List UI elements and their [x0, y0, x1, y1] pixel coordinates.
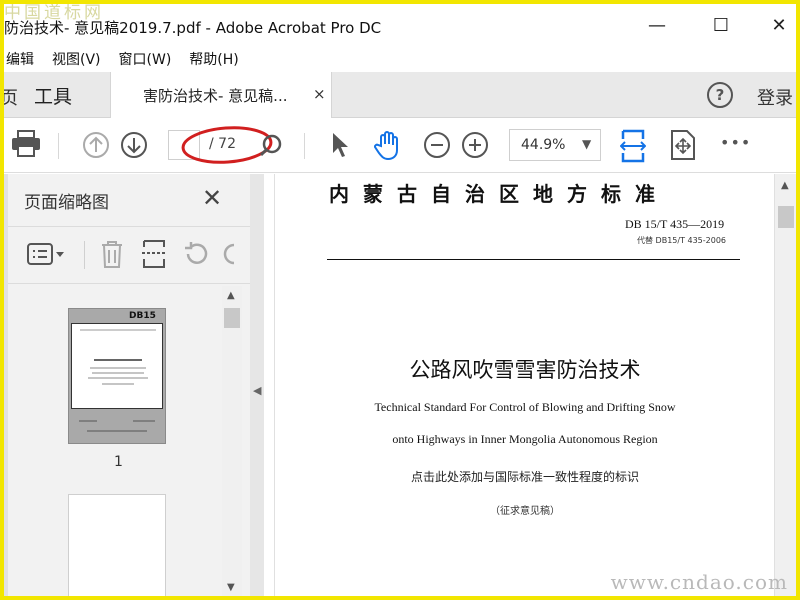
rotate-icon[interactable] — [182, 241, 210, 267]
thumbnails-panel: 页面缩略图 ✕ DB15 1 ▲ ▼ — [0, 174, 250, 600]
scroll-down-icon[interactable]: ▼ — [227, 582, 235, 593]
standard-code: DB 15/T 435—2019 — [625, 217, 725, 231]
panel-scroll-thumb[interactable] — [224, 308, 240, 328]
fit-page-icon[interactable] — [670, 129, 696, 161]
panel-scrollbar[interactable]: ▲ ▼ — [222, 286, 242, 600]
watermark-top: 中国道标网 — [4, 3, 104, 23]
scroll-up-icon[interactable]: ▲ — [781, 180, 789, 191]
menu-help[interactable]: 帮助(H) — [189, 49, 238, 69]
panel-splitter[interactable]: ◀ — [250, 174, 264, 600]
panel-toolbar — [8, 226, 250, 284]
tab-close-button[interactable]: × — [313, 85, 326, 103]
panel-strip — [0, 174, 8, 600]
extract-page-icon[interactable] — [141, 239, 167, 269]
thumbnail-badge: DB15 — [129, 311, 156, 321]
page-thumbnail[interactable]: DB15 — [68, 308, 166, 444]
page-up-icon[interactable] — [82, 131, 110, 159]
tab-tools[interactable]: 工具 — [34, 82, 72, 109]
standard-replaces: 代替 DB15/T 435-2006 — [637, 236, 727, 245]
panel-separator — [84, 241, 85, 269]
thumbnail-list: DB15 1 — [8, 286, 242, 600]
scroll-up-icon[interactable]: ▲ — [227, 290, 235, 301]
zoom-in-icon[interactable] — [461, 131, 489, 159]
panel-close-button[interactable]: ✕ — [202, 184, 222, 212]
toolbar: / 72 44.9% ▼ ••• — [0, 119, 800, 173]
delete-icon[interactable] — [100, 239, 124, 269]
document-scroll-thumb[interactable] — [778, 206, 794, 228]
thumbnail-page-content — [71, 323, 163, 409]
minimize-button[interactable]: — — [634, 10, 680, 40]
document-title-en-1: Technical Standard For Control of Blowin… — [374, 400, 676, 414]
toolbar-separator — [58, 133, 59, 159]
document-title-en-2: onto Highways in Inner Mongolia Autonomo… — [392, 432, 658, 446]
select-arrow-icon[interactable] — [330, 131, 350, 159]
maximize-button[interactable]: ☐ — [698, 10, 744, 40]
thumbnail-options-icon[interactable] — [26, 241, 66, 267]
watermark-bottom: www.cndao.com — [610, 570, 788, 594]
tab-bar: 页 工具 害防治技术- 意见稿... × ? 登录 — [0, 72, 800, 118]
zoom-out-icon[interactable] — [423, 131, 451, 159]
zoom-select[interactable]: 44.9% ▼ — [509, 129, 601, 161]
chevron-down-icon: ▼ — [582, 137, 592, 151]
menu-view[interactable]: 视图(V) — [52, 49, 101, 69]
thumbnail-footer-lines — [79, 420, 155, 432]
search-icon[interactable] — [258, 132, 284, 158]
help-icon[interactable]: ? — [707, 82, 733, 108]
tab-document-label: 害防治技术- 意见稿... — [143, 87, 288, 105]
zoom-value: 44.9% — [521, 137, 566, 153]
login-button[interactable]: 登录 — [757, 84, 793, 110]
page-thumbnail-2[interactable] — [68, 494, 166, 600]
conformity-note[interactable]: 点击此处添加与国际标准一致性程度的标识 — [275, 468, 775, 485]
header-rule — [327, 259, 740, 260]
panel-title: 页面缩略图 — [24, 193, 109, 213]
thumbnail-page-lines — [80, 329, 156, 385]
title-bar: 防治技术- 意见稿2019.7.pdf - Adobe Acrobat Pro … — [0, 0, 800, 44]
thumbnail-page-number: 1 — [114, 454, 123, 470]
document-page: 内蒙古自治区地方标准 DB 15/T 435—2019 代替 DB15/T 43… — [274, 174, 774, 600]
document-title: 公路风吹雪雪害防治技术 — [409, 358, 641, 382]
menu-bar: 编辑 视图(V) 窗口(W) 帮助(H) — [0, 46, 800, 72]
more-icon[interactable]: ••• — [720, 133, 751, 152]
menu-edit[interactable]: 编辑 — [6, 49, 34, 69]
toolbar-separator — [304, 133, 305, 159]
tab-document[interactable]: 害防治技术- 意见稿... × — [110, 72, 332, 118]
tab-home-partial[interactable]: 页 — [0, 84, 18, 110]
document-scrollbar[interactable]: ▲ — [774, 174, 796, 600]
rotate-clockwise-icon[interactable] — [222, 241, 236, 267]
hand-icon[interactable] — [372, 129, 404, 161]
menu-window[interactable]: 窗口(W) — [119, 49, 172, 69]
page-down-icon[interactable] — [120, 131, 148, 159]
document-view: 内蒙古自治区地方标准 DB 15/T 435—2019 代替 DB15/T 43… — [264, 174, 774, 600]
draft-label: （征求意见稿） — [490, 506, 560, 517]
print-icon[interactable] — [11, 130, 41, 158]
standard-header: 内蒙古自治区地方标准 — [329, 182, 669, 206]
close-window-button[interactable]: ✕ — [756, 10, 800, 40]
fit-width-icon[interactable] — [620, 129, 646, 163]
collapse-panel-icon[interactable]: ◀ — [253, 384, 261, 397]
